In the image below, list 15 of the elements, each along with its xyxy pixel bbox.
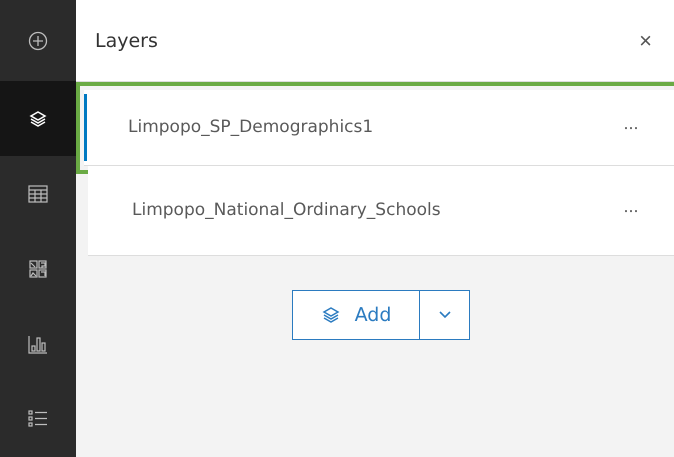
close-button[interactable]: × <box>633 26 658 54</box>
grid-icon <box>29 260 47 278</box>
add-icon <box>28 30 48 51</box>
more-button[interactable]: ··· <box>617 116 644 139</box>
panel-title: Layers <box>95 30 158 52</box>
layers-icon <box>320 305 341 325</box>
layers-icon <box>28 108 48 129</box>
table-icon <box>28 184 48 203</box>
chart-icon <box>28 334 48 354</box>
caret-icon <box>438 311 450 319</box>
legend-icon <box>28 409 48 430</box>
more-button[interactable]: ··· <box>617 199 644 222</box>
dropdown-button[interactable] <box>420 290 470 340</box>
layer-item[interactable]: Limpopo_National_Ordinary_Schools ··· <box>88 166 674 256</box>
add-button[interactable]: Add <box>292 290 420 340</box>
